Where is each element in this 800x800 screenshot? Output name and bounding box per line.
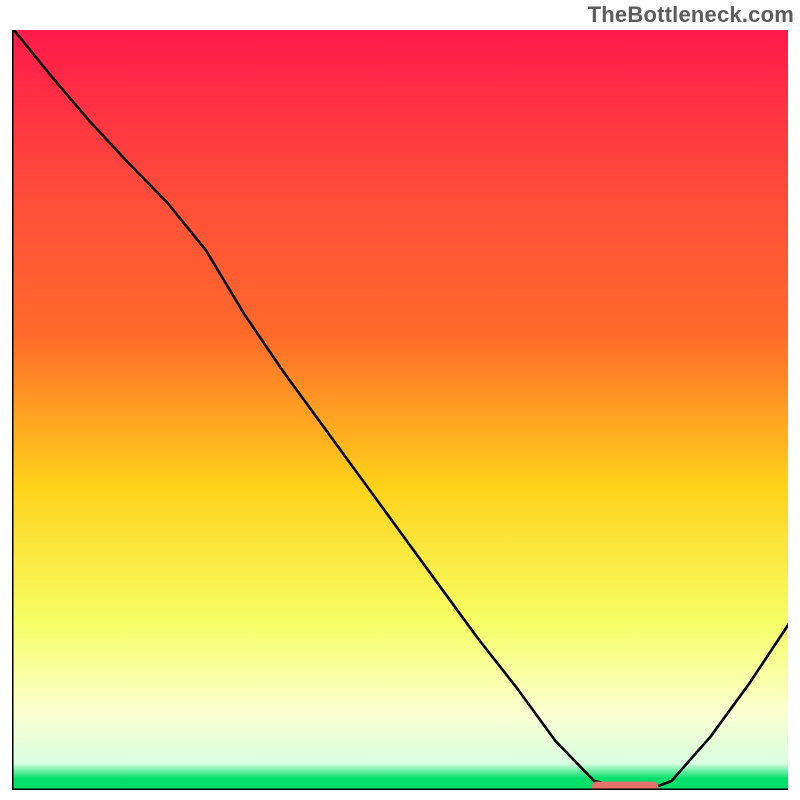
plot-svg	[12, 30, 788, 790]
plot-area	[12, 30, 788, 790]
chart-container: TheBottleneck.com	[0, 0, 800, 800]
gradient-background	[12, 30, 788, 790]
watermark-text: TheBottleneck.com	[588, 2, 794, 28]
